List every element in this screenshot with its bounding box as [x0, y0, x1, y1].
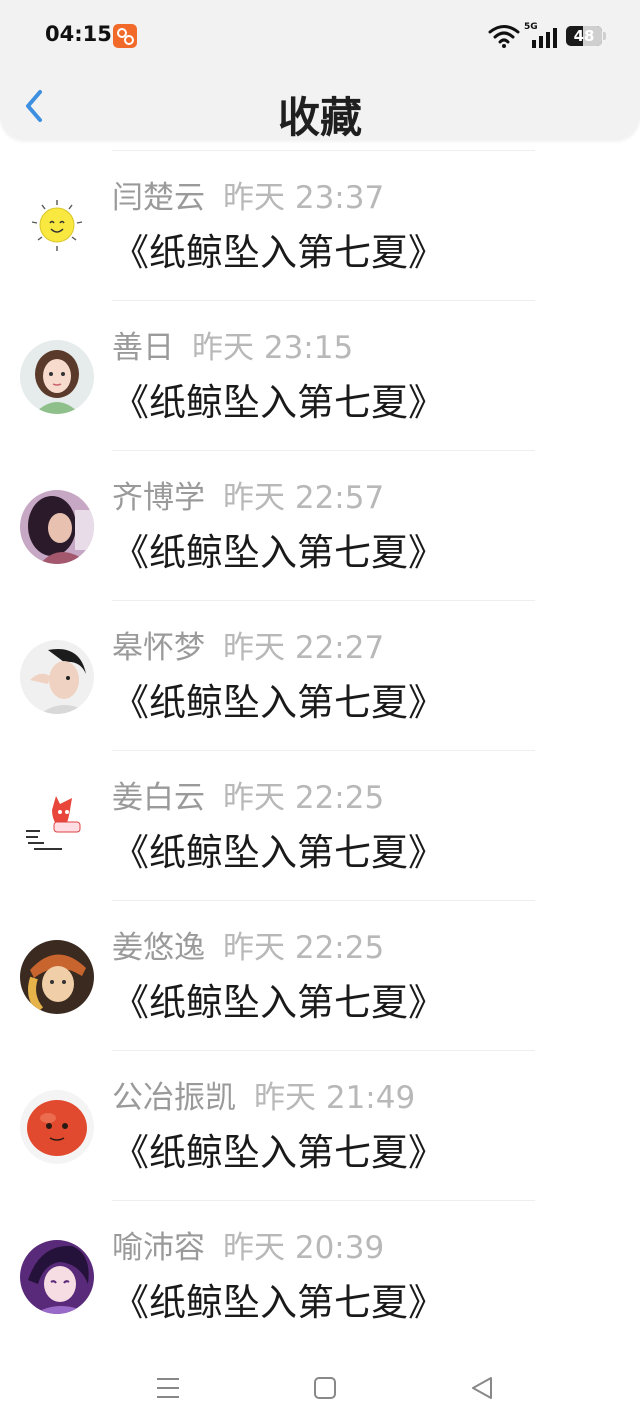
- item-title: 《纸鲸坠入第七夏》: [112, 231, 445, 274]
- timestamp: 昨天 22:57: [223, 480, 385, 516]
- item-title: 《纸鲸坠入第七夏》: [112, 381, 445, 424]
- menu-icon[interactable]: [154, 1374, 182, 1402]
- avatar[interactable]: [20, 640, 94, 714]
- list-item[interactable]: 姜白云 昨天 22:25 《纸鲸坠入第七夏》: [0, 750, 640, 900]
- user-name: 姜白云: [112, 780, 205, 816]
- timestamp: 昨天 21:49: [254, 1080, 416, 1116]
- user-name: 公冶振凯: [112, 1080, 236, 1116]
- man-portrait-icon: [20, 640, 94, 714]
- woman-dark-hair-icon: [20, 490, 94, 564]
- orange-app-icon: [113, 24, 137, 48]
- avatar[interactable]: [20, 1240, 94, 1314]
- red-blob-icon: [20, 1090, 94, 1164]
- user-name: 皋怀梦: [112, 630, 205, 666]
- list-item[interactable]: 闫楚云 昨天 23:37 《纸鲸坠入第七夏》: [0, 150, 640, 300]
- user-name: 闫楚云: [112, 180, 205, 216]
- status-time: 04:15: [45, 22, 112, 46]
- timestamp: 昨天 20:39: [223, 1230, 385, 1266]
- timestamp: 昨天 22:25: [223, 930, 385, 966]
- list-item[interactable]: 善日 昨天 23:15 《纸鲸坠入第七夏》: [0, 300, 640, 450]
- item-title: 《纸鲸坠入第七夏》: [112, 1131, 445, 1174]
- divider: [112, 1050, 535, 1051]
- battery-level: 48: [573, 27, 595, 45]
- timestamp: 昨天 23:15: [192, 330, 354, 366]
- woman-headscarf-icon: [20, 940, 94, 1014]
- back-triangle-icon[interactable]: [468, 1374, 496, 1402]
- header: 收藏: [0, 70, 640, 140]
- favorites-list: 闫楚云 昨天 23:37 《纸鲸坠入第七夏》 善日 昨天 23:15 《纸鲸坠入第七…: [0, 150, 640, 1350]
- signal-strength-icon: [532, 28, 557, 48]
- list-item[interactable]: 齐博学 昨天 22:57 《纸鲸坠入第七夏》: [0, 450, 640, 600]
- item-title: 《纸鲸坠入第七夏》: [112, 681, 445, 724]
- avatar[interactable]: [20, 940, 94, 1014]
- user-name: 善日: [112, 330, 174, 366]
- list-item[interactable]: 公冶振凯 昨天 21:49 《纸鲸坠入第七夏》: [0, 1050, 640, 1200]
- timestamp: 昨天 22:25: [223, 780, 385, 816]
- girl-portrait-icon: [20, 340, 94, 414]
- wifi-icon: [488, 25, 520, 48]
- divider: [112, 450, 535, 451]
- home-square-icon[interactable]: [311, 1374, 339, 1402]
- avatar[interactable]: [20, 340, 94, 414]
- item-title: 《纸鲸坠入第七夏》: [112, 1281, 445, 1324]
- user-name: 喻沛容: [112, 1230, 205, 1266]
- user-name: 齐博学: [112, 480, 205, 516]
- list-item[interactable]: 姜悠逸 昨天 22:25 《纸鲸坠入第七夏》: [0, 900, 640, 1050]
- divider: [112, 150, 535, 151]
- fox-sticker-icon: [20, 790, 94, 864]
- system-nav-bar: [0, 1350, 640, 1426]
- user-name: 姜悠逸: [112, 930, 205, 966]
- avatar[interactable]: [20, 790, 94, 864]
- timestamp: 昨天 22:27: [223, 630, 385, 666]
- avatar[interactable]: [20, 490, 94, 564]
- avatar[interactable]: [20, 1090, 94, 1164]
- list-item[interactable]: 皋怀梦 昨天 22:27 《纸鲸坠入第七夏》: [0, 600, 640, 750]
- status-bar: 04:15 5G 48: [0, 0, 640, 70]
- list-item[interactable]: 喻沛容 昨天 20:39 《纸鲸坠入第七夏》: [0, 1200, 640, 1350]
- sun-sticker-icon: [20, 190, 94, 264]
- avatar[interactable]: [20, 190, 94, 264]
- divider: [112, 750, 535, 751]
- divider: [112, 600, 535, 601]
- anime-character-icon: [20, 1240, 94, 1314]
- divider: [112, 900, 535, 901]
- divider: [112, 1200, 535, 1201]
- timestamp: 昨天 23:37: [223, 180, 385, 216]
- divider: [112, 300, 535, 301]
- item-title: 《纸鲸坠入第七夏》: [112, 981, 445, 1024]
- battery-icon: 48: [566, 26, 602, 46]
- item-title: 《纸鲸坠入第七夏》: [112, 831, 445, 874]
- page-title: 收藏: [277, 93, 362, 140]
- item-title: 《纸鲸坠入第七夏》: [112, 531, 445, 574]
